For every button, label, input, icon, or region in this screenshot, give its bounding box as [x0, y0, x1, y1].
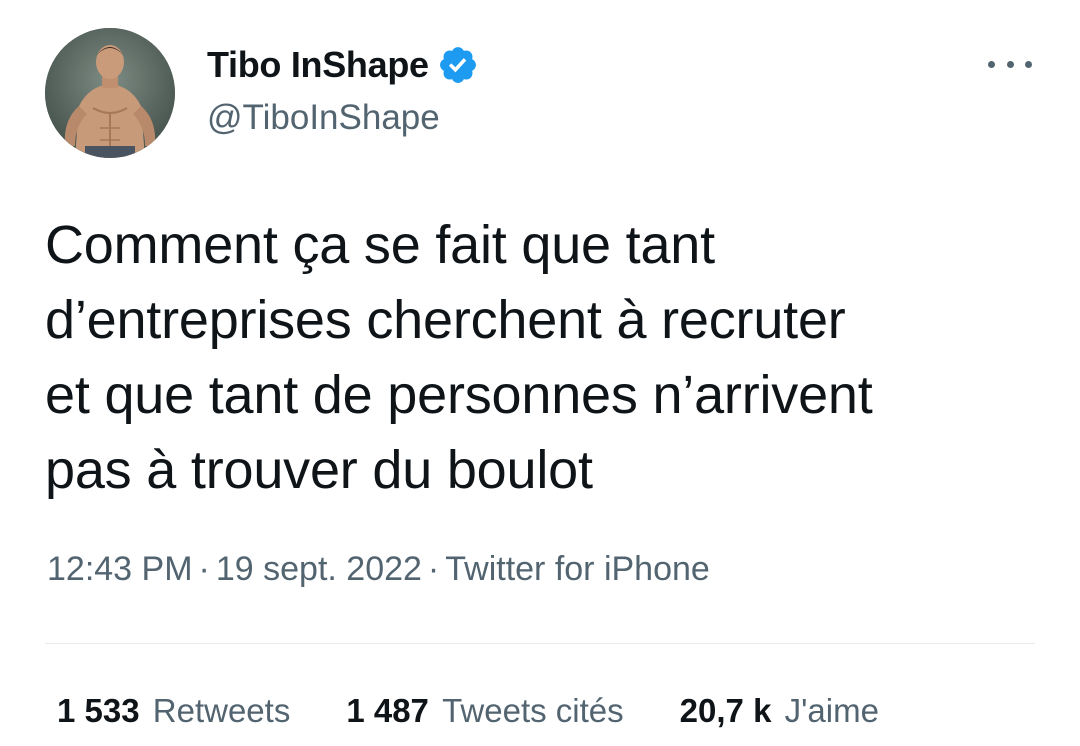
tweet-text-line: pas à trouver du boulot [45, 440, 593, 500]
tweet-stats: 1 533 Retweets 1 487 Tweets cités 20,7 k… [57, 692, 935, 730]
avatar[interactable] [45, 28, 175, 158]
quotes-count: 1 487 [346, 692, 429, 729]
verified-badge-icon [437, 44, 479, 86]
author-name-row: Tibo InShape [207, 40, 479, 90]
author-handle[interactable]: @TiboInShape [207, 98, 479, 138]
tweet-text: Comment ça se fait que tant d’entreprise… [45, 208, 1045, 508]
retweets-label: Retweets [152, 692, 291, 729]
retweets-stat[interactable]: 1 533 Retweets [57, 692, 290, 730]
likes-stat[interactable]: 20,7 k J'aime [680, 692, 879, 730]
quotes-label: Tweets cités [442, 692, 624, 729]
retweets-count: 1 533 [57, 692, 140, 729]
more-horizontal-icon[interactable] [988, 52, 1032, 76]
tweet-metadata: 12:43 PM · 19 sept. 2022 · Twitter for iPhon… [47, 550, 710, 589]
tweet-card: Tibo InShape @TiboInShape Comment ça se … [0, 0, 1080, 746]
tweet-source[interactable]: Twitter for iPhone [445, 550, 710, 588]
likes-count: 20,7 k [679, 692, 772, 729]
quotes-stat[interactable]: 1 487 Tweets cités [346, 692, 623, 730]
likes-label: J'aime [784, 692, 879, 729]
tweet-text-line: Comment ça se fait que tant [45, 215, 715, 275]
more-dot [988, 60, 995, 68]
tweet-text-line: d’entreprises cherchent à recruter [45, 290, 846, 350]
more-dot [1006, 60, 1014, 68]
meta-separator: · [427, 550, 440, 588]
tweet-text-line: et que tant de personnes n’arrivent [45, 365, 873, 425]
tweet-date[interactable]: 19 sept. 2022 [216, 550, 422, 588]
more-dot [1025, 60, 1032, 68]
author-block: Tibo InShape @TiboInShape [207, 40, 479, 138]
avatar-image [45, 28, 175, 158]
tweet-time[interactable]: 12:43 PM [47, 550, 193, 588]
author-display-name[interactable]: Tibo InShape [207, 44, 429, 86]
meta-separator: · [198, 550, 210, 588]
divider [45, 643, 1035, 644]
